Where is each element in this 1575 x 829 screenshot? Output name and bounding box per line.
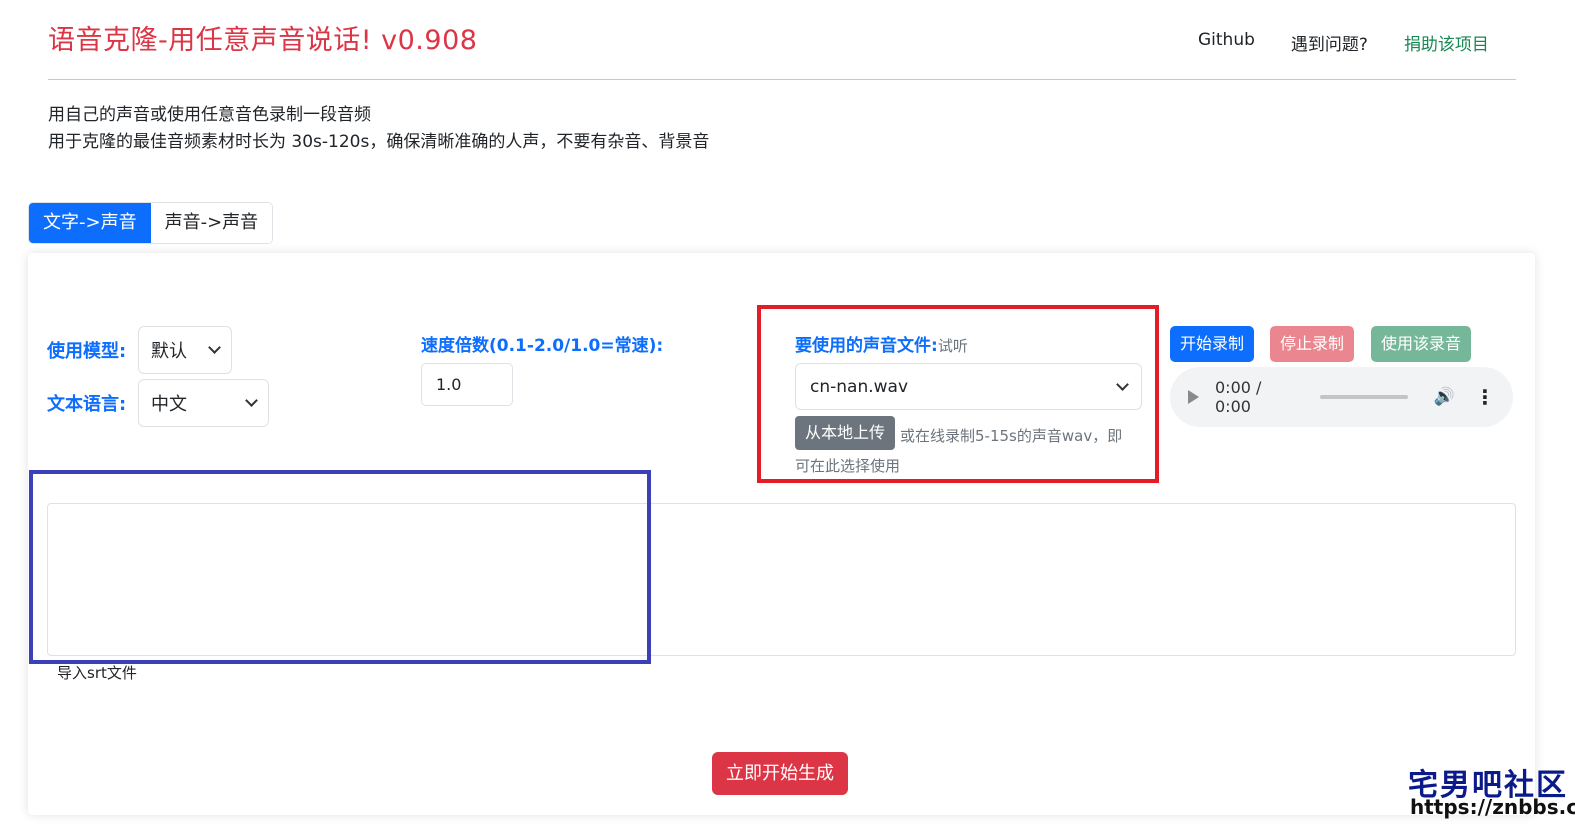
model-select[interactable]: 默认 [138, 326, 232, 374]
tab-text-to-speech[interactable]: 文字->声音 [29, 203, 151, 243]
mode-tabs: 文字->声音 声音->声音 [28, 202, 274, 244]
generate-button[interactable]: 立即开始生成 [712, 752, 848, 795]
import-srt-link[interactable]: 导入srt文件 [57, 662, 137, 683]
volume-icon[interactable]: 🔊 [1434, 387, 1455, 407]
chevron-down-icon [245, 394, 258, 407]
nav-link-github[interactable]: Github [1180, 30, 1273, 55]
tab-speech-to-speech[interactable]: 声音->声音 [150, 203, 273, 243]
nav-link-issues[interactable]: 遇到问题? [1273, 30, 1386, 55]
more-options-icon[interactable]: ⋮ [1475, 385, 1495, 409]
speed-label: 速度倍数(0.1-2.0/1.0=常速): [421, 336, 664, 356]
chevron-down-icon [208, 341, 221, 354]
play-icon[interactable] [1188, 390, 1199, 404]
language-label: 文本语言: [47, 394, 127, 415]
watermark-url: https://znbbs.cc/ [1410, 795, 1575, 819]
audio-progress-slider[interactable] [1320, 395, 1408, 399]
use-recording-button[interactable]: 使用该录音 [1371, 326, 1472, 362]
language-select-value: 中文 [151, 394, 187, 415]
annotation-blue-box [29, 470, 651, 664]
page-title: 语音克隆-用任意声音说话! v0.908 [48, 25, 478, 56]
top-nav: Github 遇到问题? 捐助该项目 [1180, 30, 1507, 55]
annotation-red-box [757, 305, 1159, 483]
stop-recording-button[interactable]: 停止录制 [1270, 326, 1355, 362]
audio-time: 0:00 / 0:00 [1215, 378, 1262, 416]
model-label: 使用模型: [47, 341, 127, 362]
speed-input[interactable] [421, 363, 513, 406]
header-divider [48, 79, 1516, 80]
start-recording-button[interactable]: 开始录制 [1170, 326, 1255, 362]
nav-link-donate[interactable]: 捐助该项目 [1386, 30, 1507, 55]
intro-line-2: 用于克隆的最佳音频素材时长为 30s-120s，确保清晰准确的人声，不要有杂音、… [48, 132, 710, 152]
intro-text: 用自己的声音或使用任意音色录制一段音频 用于克隆的最佳音频素材时长为 30s-1… [48, 102, 709, 156]
language-select[interactable]: 中文 [138, 379, 269, 427]
intro-line-1: 用自己的声音或使用任意音色录制一段音频 [48, 105, 371, 125]
audio-player: 0:00 / 0:00 🔊 ⋮ [1170, 367, 1513, 427]
model-select-value: 默认 [151, 341, 187, 362]
